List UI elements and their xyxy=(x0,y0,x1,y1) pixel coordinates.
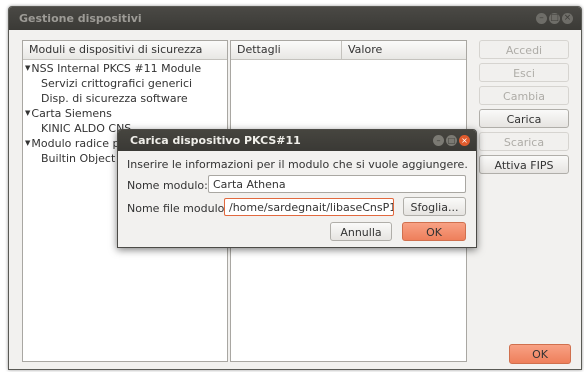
tree-node-label: Modulo radice pre xyxy=(31,137,131,150)
tree-node-label: Servizi crittografici generici xyxy=(41,77,193,90)
window-titlebar: Gestione dispositivi – □ × xyxy=(9,7,581,30)
dialog-titlebar: Carica dispositivo PKCS#11 – □ × xyxy=(118,130,476,151)
unload-button[interactable]: Scarica xyxy=(479,132,569,151)
login-button[interactable]: Accedi xyxy=(479,40,569,59)
dialog-ok-button[interactable]: OK xyxy=(402,222,466,241)
load-device-dialog: Carica dispositivo PKCS#11 – □ × Inserir… xyxy=(117,129,477,248)
tree-node-label: Disp. di sicurezza software xyxy=(41,92,188,105)
expander-icon[interactable]: ▼ xyxy=(25,64,30,72)
expander-icon[interactable]: ▼ xyxy=(25,109,30,117)
tree-node[interactable]: Servizi crittografici generici xyxy=(23,76,227,91)
modules-column-header[interactable]: Moduli e dispositivi di sicurezza xyxy=(23,41,227,60)
ok-button[interactable]: OK xyxy=(509,344,571,364)
maximize-icon[interactable]: □ xyxy=(549,13,560,24)
tree-node[interactable]: ▼Carta Siemens xyxy=(23,106,227,121)
module-name-label: Nome modulo: xyxy=(127,179,208,192)
enable-fips-button[interactable]: Attiva FIPS xyxy=(479,155,569,174)
dialog-close-icon[interactable]: × xyxy=(459,135,470,146)
tree-node[interactable]: Disp. di sicurezza software xyxy=(23,91,227,106)
load-button[interactable]: Carica xyxy=(479,109,569,128)
module-file-field[interactable]: /home/sardegnait/libaseCnsP11.s xyxy=(224,198,394,216)
details-header-label: Dettagli xyxy=(237,43,281,56)
dialog-message: Inserire le informazioni per il modulo c… xyxy=(127,158,468,171)
window-title: Gestione dispositivi xyxy=(19,12,142,25)
tree-node[interactable]: ▼NSS Internal PKCS #11 Module xyxy=(23,61,227,76)
dialog-maximize-icon[interactable]: □ xyxy=(446,135,457,146)
minimize-icon[interactable]: – xyxy=(536,13,547,24)
tree-node-label: NSS Internal PKCS #11 Module xyxy=(31,62,202,75)
browse-button[interactable]: Sfoglia... xyxy=(403,197,466,216)
value-column-header[interactable]: Valore xyxy=(341,41,382,59)
dialog-title: Carica dispositivo PKCS#11 xyxy=(130,134,301,147)
module-name-field[interactable]: Carta Athena xyxy=(208,175,466,193)
close-icon[interactable]: × xyxy=(562,13,573,24)
expander-icon[interactable]: ▼ xyxy=(25,139,30,147)
dialog-minimize-icon[interactable]: – xyxy=(433,135,444,146)
details-column-header[interactable]: Dettagli Valore xyxy=(231,41,466,60)
tree-node-label: Carta Siemens xyxy=(31,107,112,120)
logout-button[interactable]: Esci xyxy=(479,63,569,82)
module-file-label: Nome file modulo: xyxy=(127,202,229,215)
change-password-button[interactable]: Cambia password xyxy=(479,86,569,122)
cancel-button[interactable]: Annulla xyxy=(330,222,392,241)
